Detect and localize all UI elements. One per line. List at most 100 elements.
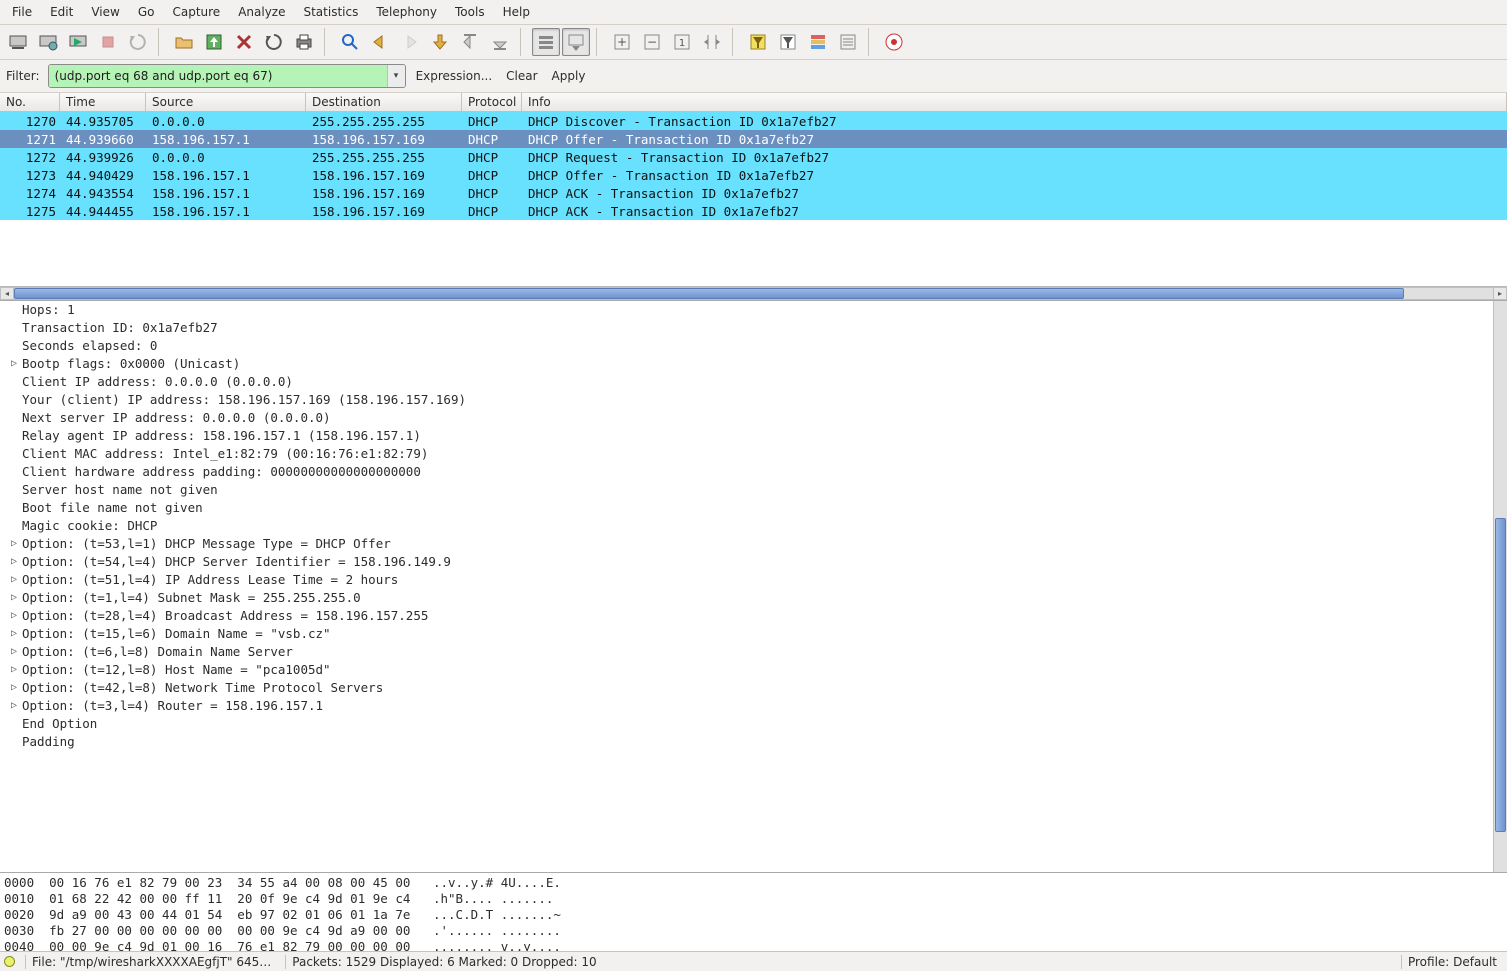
column-info[interactable]: Info (522, 93, 1507, 111)
open-file-icon[interactable] (170, 28, 198, 56)
coloring-rules-icon[interactable] (804, 28, 832, 56)
scroll-left-icon[interactable]: ◂ (0, 287, 14, 300)
detail-line[interactable]: ▷Bootp flags: 0x0000 (Unicast) (22, 355, 1499, 373)
reload-icon[interactable] (260, 28, 288, 56)
zoom-out-icon[interactable]: − (638, 28, 666, 56)
packet-row[interactable]: 127244.9399260.0.0.0255.255.255.255DHCPD… (0, 148, 1507, 166)
packet-list-body[interactable]: 127044.9357050.0.0.0255.255.255.255DHCPD… (0, 112, 1507, 286)
expand-icon[interactable]: ▷ (8, 571, 20, 589)
expand-icon[interactable]: ▷ (8, 679, 20, 697)
zoom-reset-icon[interactable]: 1 (668, 28, 696, 56)
column-no[interactable]: No. (0, 93, 60, 111)
menu-help[interactable]: Help (495, 2, 538, 22)
menu-tools[interactable]: Tools (447, 2, 493, 22)
packet-row[interactable]: 127444.943554158.196.157.1158.196.157.16… (0, 184, 1507, 202)
detail-line[interactable]: Server host name not given (22, 481, 1499, 499)
packet-bytes-pane[interactable]: 0000 00 16 76 e1 82 79 00 23 34 55 a4 00… (0, 873, 1507, 951)
chevron-down-icon[interactable]: ▾ (387, 65, 405, 87)
detail-line[interactable]: Client hardware address padding: 0000000… (22, 463, 1499, 481)
packet-row[interactable]: 127144.939660158.196.157.1158.196.157.16… (0, 130, 1507, 148)
expand-icon[interactable]: ▷ (8, 607, 20, 625)
display-filters-icon[interactable] (774, 28, 802, 56)
status-profile[interactable]: Profile: Default (1401, 955, 1503, 969)
detail-line[interactable]: Next server IP address: 0.0.0.0 (0.0.0.0… (22, 409, 1499, 427)
detail-line[interactable]: ▷Option: (t=1,l=4) Subnet Mask = 255.255… (22, 589, 1499, 607)
packet-row[interactable]: 127344.940429158.196.157.1158.196.157.16… (0, 166, 1507, 184)
detail-line[interactable]: Client IP address: 0.0.0.0 (0.0.0.0) (22, 373, 1499, 391)
expand-icon[interactable]: ▷ (8, 643, 20, 661)
scrollbar-thumb[interactable] (1495, 518, 1506, 832)
menu-telephony[interactable]: Telephony (368, 2, 445, 22)
menu-analyze[interactable]: Analyze (230, 2, 293, 22)
expand-icon[interactable]: ▷ (8, 553, 20, 571)
packet-row[interactable]: 127044.9357050.0.0.0255.255.255.255DHCPD… (0, 112, 1507, 130)
filter-input[interactable] (49, 65, 387, 87)
detail-line[interactable]: End Option (22, 715, 1499, 733)
zoom-in-icon[interactable]: + (608, 28, 636, 56)
detail-line[interactable]: Boot file name not given (22, 499, 1499, 517)
menu-view[interactable]: View (83, 2, 127, 22)
detail-line[interactable]: Transaction ID: 0x1a7efb27 (22, 319, 1499, 337)
close-file-icon[interactable] (230, 28, 258, 56)
expand-icon[interactable]: ▷ (8, 355, 20, 373)
options-icon[interactable] (34, 28, 62, 56)
filter-combo[interactable]: ▾ (48, 64, 406, 88)
detail-line[interactable]: ▷Option: (t=28,l=4) Broadcast Address = … (22, 607, 1499, 625)
detail-line[interactable]: Hops: 1 (22, 301, 1499, 319)
detail-line[interactable]: Relay agent IP address: 158.196.157.1 (1… (22, 427, 1499, 445)
expression-button[interactable]: Expression... (412, 67, 497, 85)
expand-icon[interactable]: ▷ (8, 535, 20, 553)
packet-details-pane[interactable]: Hardware address length: 6Hops: 1Transac… (0, 301, 1507, 873)
clear-button[interactable]: Clear (502, 67, 541, 85)
menu-go[interactable]: Go (130, 2, 163, 22)
detail-line[interactable]: ▷Option: (t=15,l=6) Domain Name = "vsb.c… (22, 625, 1499, 643)
scrollbar-thumb[interactable] (14, 288, 1404, 299)
menu-file[interactable]: File (4, 2, 40, 22)
scroll-right-icon[interactable]: ▸ (1493, 287, 1507, 300)
colorize-icon[interactable] (532, 28, 560, 56)
menu-edit[interactable]: Edit (42, 2, 81, 22)
column-destination[interactable]: Destination (306, 93, 462, 111)
save-file-icon[interactable] (200, 28, 228, 56)
preferences-icon[interactable] (834, 28, 862, 56)
apply-button[interactable]: Apply (548, 67, 590, 85)
menu-capture[interactable]: Capture (164, 2, 228, 22)
find-icon[interactable] (336, 28, 364, 56)
menu-statistics[interactable]: Statistics (295, 2, 366, 22)
expand-icon[interactable]: ▷ (8, 697, 20, 715)
goto-packet-icon[interactable] (426, 28, 454, 56)
vertical-scrollbar[interactable] (1493, 301, 1507, 872)
detail-line[interactable]: ▷Option: (t=3,l=4) Router = 158.196.157.… (22, 697, 1499, 715)
goto-first-icon[interactable] (456, 28, 484, 56)
auto-scroll-icon[interactable] (562, 28, 590, 56)
column-protocol[interactable]: Protocol (462, 93, 522, 111)
detail-line[interactable]: ▷Option: (t=51,l=4) IP Address Lease Tim… (22, 571, 1499, 589)
detail-line[interactable]: ▷Option: (t=42,l=8) Network Time Protoco… (22, 679, 1499, 697)
detail-line[interactable]: Seconds elapsed: 0 (22, 337, 1499, 355)
capture-filters-icon[interactable] (744, 28, 772, 56)
detail-line[interactable]: Client MAC address: Intel_e1:82:79 (00:1… (22, 445, 1499, 463)
print-icon[interactable] (290, 28, 318, 56)
help-icon[interactable] (880, 28, 908, 56)
resize-columns-icon[interactable] (698, 28, 726, 56)
expert-info-icon[interactable] (4, 956, 15, 967)
packet-list-header[interactable]: No. Time Source Destination Protocol Inf… (0, 93, 1507, 112)
expand-icon[interactable]: ▷ (8, 661, 20, 679)
detail-line[interactable]: ▷Option: (t=54,l=4) DHCP Server Identifi… (22, 553, 1499, 571)
detail-line[interactable]: Padding (22, 733, 1499, 751)
expand-icon[interactable]: ▷ (8, 589, 20, 607)
horizontal-scrollbar[interactable]: ◂ ▸ (0, 286, 1507, 300)
start-capture-icon[interactable] (64, 28, 92, 56)
detail-line[interactable]: ▷Option: (t=12,l=8) Host Name = "pca1005… (22, 661, 1499, 679)
go-back-icon[interactable] (366, 28, 394, 56)
detail-line[interactable]: Your (client) IP address: 158.196.157.16… (22, 391, 1499, 409)
detail-line[interactable]: ▷Option: (t=53,l=1) DHCP Message Type = … (22, 535, 1499, 553)
expand-icon[interactable]: ▷ (8, 625, 20, 643)
detail-line[interactable]: ▷Option: (t=6,l=8) Domain Name Server (22, 643, 1499, 661)
packet-row[interactable]: 127544.944455158.196.157.1158.196.157.16… (0, 202, 1507, 220)
detail-line[interactable]: Magic cookie: DHCP (22, 517, 1499, 535)
column-time[interactable]: Time (60, 93, 146, 111)
goto-last-icon[interactable] (486, 28, 514, 56)
column-source[interactable]: Source (146, 93, 306, 111)
interfaces-icon[interactable] (4, 28, 32, 56)
